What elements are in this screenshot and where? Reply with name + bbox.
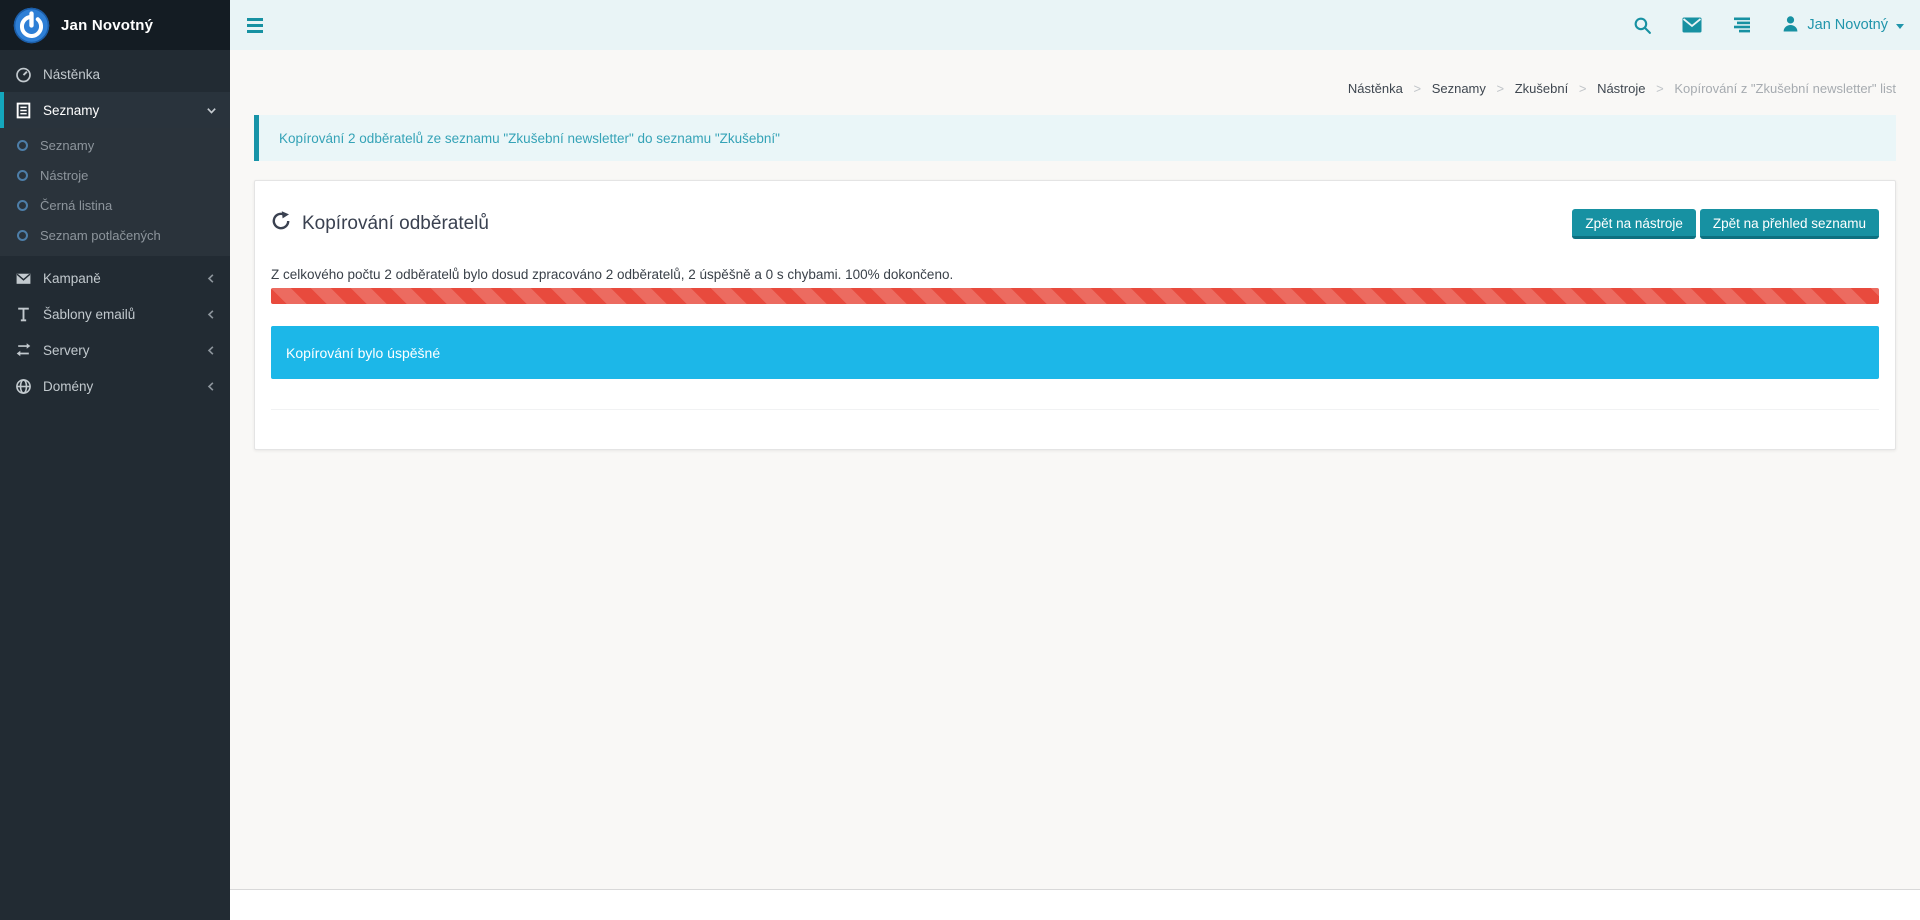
list-icon — [15, 102, 32, 119]
submenu-item-blacklist[interactable]: Černá listina — [0, 190, 230, 220]
sidebar-item-label: Nástěnka — [43, 67, 217, 82]
user-icon — [1782, 15, 1799, 36]
progress-bar — [271, 288, 1879, 304]
submenu-item-tools[interactable]: Nástroje — [0, 160, 230, 190]
envelope-icon — [15, 270, 32, 287]
text-icon — [15, 306, 32, 323]
chevron-left-icon — [206, 345, 217, 356]
back-to-list-overview-button[interactable]: Zpět na přehled seznamu — [1700, 209, 1879, 239]
messages-icon[interactable] — [1682, 17, 1702, 33]
card-title: Kopírování odběratelů — [271, 211, 489, 237]
chevron-left-icon — [206, 309, 217, 320]
breadcrumb-separator: > — [1579, 81, 1587, 96]
breadcrumb: Nástěnka > Seznamy > Zkušební > Nástroje… — [254, 81, 1896, 96]
dashboard-icon — [15, 66, 32, 83]
sidebar-item-label: Seznamy — [43, 103, 195, 118]
breadcrumb-current: Kopírování z "Zkušební newsletter" list — [1674, 81, 1896, 96]
sidebar-item-label: Servery — [43, 343, 195, 358]
sidebar-item-servers[interactable]: Servery — [0, 332, 230, 368]
back-to-tools-button[interactable]: Zpět na nástroje — [1572, 209, 1696, 239]
breadcrumb-separator: > — [1497, 81, 1505, 96]
info-alert: Kopírování 2 odběratelů ze seznamu "Zkuš… — [254, 115, 1896, 161]
submenu-item-label: Nástroje — [40, 168, 88, 183]
breadcrumb-separator: > — [1413, 81, 1421, 96]
copy-redo-icon — [271, 211, 291, 237]
sidebar-item-label: Kampaně — [43, 271, 195, 286]
sidebar-item-domains[interactable]: Domény — [0, 368, 230, 404]
breadcrumb-link-dashboard[interactable]: Nástěnka — [1348, 81, 1403, 96]
breadcrumb-link-lists[interactable]: Seznamy — [1432, 81, 1486, 96]
chevron-left-icon — [206, 381, 217, 392]
logs-icon[interactable] — [1732, 17, 1752, 34]
success-alert: Kopírování bylo úspěšné — [271, 326, 1879, 379]
submenu-item-label: Seznam potlačených — [40, 228, 161, 243]
submenu-item-label: Seznamy — [40, 138, 94, 153]
user-menu[interactable]: Jan Novotný — [1782, 15, 1904, 36]
breadcrumb-separator: > — [1656, 81, 1664, 96]
breadcrumb-link-tools[interactable]: Nástroje — [1597, 81, 1645, 96]
globe-icon — [15, 378, 32, 395]
circle-icon — [17, 200, 28, 211]
progress-status-text: Z celkového počtu 2 odběratelů bylo dosu… — [271, 267, 1879, 282]
main-content: Nástěnka > Seznamy > Zkušební > Nástroje… — [230, 50, 1920, 889]
sidebar-item-email-templates[interactable]: Šablony emailů — [0, 296, 230, 332]
progress-fill — [271, 288, 1879, 304]
breadcrumb-link-test-list[interactable]: Zkušební — [1515, 81, 1568, 96]
circle-icon — [17, 170, 28, 181]
submenu-item-label: Černá listina — [40, 198, 112, 213]
circle-icon — [17, 140, 28, 151]
lists-submenu: Seznamy Nástroje Černá listina Seznam po… — [0, 128, 230, 256]
chevron-left-icon — [206, 273, 217, 284]
submenu-item-lists[interactable]: Seznamy — [0, 130, 230, 160]
header-buttons: Zpět na nástroje Zpět na přehled seznamu — [1572, 209, 1879, 239]
page-footer — [230, 889, 1920, 920]
sidebar-item-campaigns[interactable]: Kampaně — [0, 260, 230, 296]
sidebar: Jan Novotný Nástěnka Seznamy — [0, 0, 230, 920]
sidebar-item-label: Šablony emailů — [43, 307, 195, 322]
chevron-down-icon — [206, 105, 217, 116]
app-logo-icon — [13, 7, 50, 44]
card-divider — [271, 409, 1879, 410]
exchange-arrows-icon — [15, 342, 32, 359]
copy-subscribers-card: Kopírování odběratelů Zpět na nástroje Z… — [254, 180, 1896, 450]
caret-down-icon — [1896, 24, 1904, 29]
topbar-user-name: Jan Novotný — [1807, 17, 1888, 33]
brand-header[interactable]: Jan Novotný — [0, 0, 230, 50]
sidebar-item-lists[interactable]: Seznamy — [0, 92, 230, 128]
sidebar-item-dashboard[interactable]: Nástěnka — [0, 56, 230, 92]
brand-user-name: Jan Novotný — [61, 17, 153, 34]
submenu-item-suppression-list[interactable]: Seznam potlačených — [0, 220, 230, 250]
circle-icon — [17, 230, 28, 241]
card-header: Kopírování odběratelů Zpět na nástroje Z… — [271, 209, 1879, 239]
sidebar-toggle-button[interactable] — [247, 18, 263, 33]
topbar: Jan Novotný — [230, 0, 1920, 50]
search-icon[interactable] — [1633, 16, 1652, 35]
card-title-text: Kopírování odběratelů — [302, 213, 489, 235]
sidebar-item-label: Domény — [43, 379, 195, 394]
